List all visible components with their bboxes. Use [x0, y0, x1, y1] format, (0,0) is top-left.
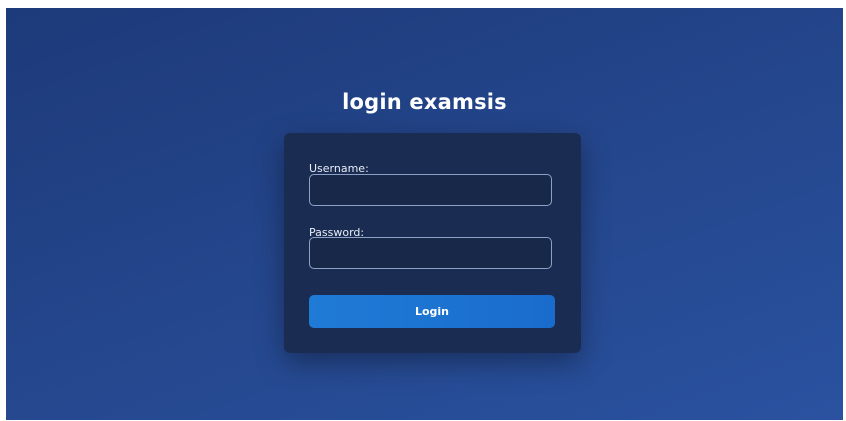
login-button[interactable]: Login	[309, 295, 555, 328]
password-input[interactable]	[309, 237, 552, 269]
login-card: Username: Password: Login	[284, 133, 581, 353]
login-page: login examsis Username: Password: Login	[6, 8, 843, 420]
username-input[interactable]	[309, 174, 552, 206]
page-title: login examsis	[342, 90, 507, 114]
